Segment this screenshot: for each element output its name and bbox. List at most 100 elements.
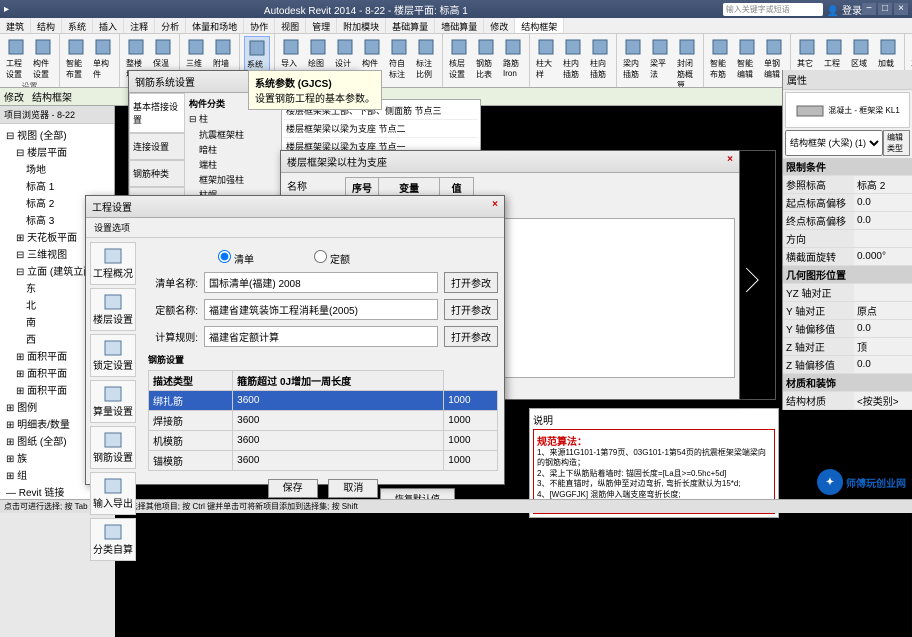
side-tab[interactable]: 锁定设置 xyxy=(90,334,136,377)
rule-header: 规范算法： xyxy=(537,433,771,448)
property-row[interactable]: YZ 轴对正 xyxy=(783,284,912,302)
ribbon-tab[interactable]: 基础算量 xyxy=(386,18,435,33)
ribbon-button[interactable]: 工程设置 xyxy=(4,36,28,81)
rule-line: 2、梁上下纵筋贴着墙时: 锚固长度=[La且>=0.5hc+5d] xyxy=(537,469,771,479)
user-label[interactable]: 👤 登录 xyxy=(827,2,862,17)
explain-title: 说明 xyxy=(533,412,775,427)
ribbon-button[interactable]: 智能布置 xyxy=(64,36,88,81)
rebar-section-header: 钢筋设置 xyxy=(148,353,498,366)
close-button[interactable]: × xyxy=(894,3,908,15)
property-row[interactable]: 起点标高偏移0.0 xyxy=(783,194,912,212)
ribbon-button[interactable]: 核层设置 xyxy=(447,36,471,81)
side-tab[interactable]: 算量设置 xyxy=(90,380,136,423)
ribbon-button[interactable]: 柱大样 xyxy=(534,36,558,81)
property-row[interactable]: 结构材质<按类别> xyxy=(783,392,912,410)
property-group[interactable]: 结构 xyxy=(783,410,912,411)
save-button[interactable]: 保存 xyxy=(268,479,318,498)
vertical-tab[interactable]: 连接设置 xyxy=(129,133,185,160)
tooltip-title: 系统参数 (GJCS) xyxy=(255,75,375,90)
ribbon-tab[interactable]: 注释 xyxy=(124,18,155,33)
radio-list[interactable]: 清单 xyxy=(204,250,254,266)
ribbon-button[interactable]: 符自标注 xyxy=(387,36,411,81)
ribbon-tab[interactable]: 分析 xyxy=(155,18,186,33)
properties-panel: 属性 混凝土 - 框架梁 KL1 结构框架 (大梁) (1) 编辑类型 限制条件… xyxy=(782,70,912,410)
side-tab[interactable]: 分类自算 xyxy=(90,518,136,561)
property-row[interactable]: 方向 xyxy=(783,230,912,248)
ribbon-tab[interactable]: 结构框架 xyxy=(515,18,564,33)
watermark: ✦ 师傅玩创业网 xyxy=(817,469,906,495)
field-value[interactable]: 福建省建筑装饰工程消耗量(2005) xyxy=(204,299,438,320)
tree-node[interactable]: ⊟ 楼层平面 xyxy=(2,143,112,160)
ribbon-button[interactable]: 封闭筋概算 xyxy=(675,36,699,88)
side-tab[interactable]: 钢筋设置 xyxy=(90,426,136,469)
type-selector[interactable]: 结构框架 (大梁) (1) xyxy=(785,130,883,156)
ribbon-tooltip: 系统参数 (GJCS) 设置钢筋工程的基本参数。 xyxy=(248,70,382,110)
search-box[interactable]: 输入关键字或短语 xyxy=(723,3,823,16)
radio-quota[interactable]: 定额 xyxy=(300,250,350,266)
ribbon-tab[interactable]: 插入 xyxy=(93,18,124,33)
minimize-button[interactable]: − xyxy=(862,3,876,15)
ribbon-button[interactable]: 路筋 Iron xyxy=(501,36,525,81)
property-row[interactable]: Z 轴对正顶 xyxy=(783,338,912,356)
property-group[interactable]: 几何图形位置 xyxy=(783,266,912,284)
ribbon-tab[interactable]: 建筑 xyxy=(0,18,31,33)
open-button[interactable]: 打开参改 xyxy=(444,326,498,347)
title-bar: ▸ Autodesk Revit 2014 - 8-22 - 楼层平面: 标高 … xyxy=(0,0,912,18)
ribbon-tab[interactable]: 视图 xyxy=(275,18,306,33)
field-value[interactable]: 国标清单(福建) 2008 xyxy=(204,272,438,293)
ribbon-button[interactable]: 钢筋比表 xyxy=(474,36,498,81)
property-row[interactable]: Y 轴偏移值0.0 xyxy=(783,320,912,338)
vertical-tab[interactable]: 基本搭接设置 xyxy=(129,93,185,133)
ribbon-button[interactable]: 智能编辑 xyxy=(735,36,759,81)
project-settings-dialog: 工程设置× 设置选项 工程概况楼层设置锁定设置算量设置钢筋设置输入导出分类自算 … xyxy=(85,195,505,485)
ribbon-tab[interactable]: 结构 xyxy=(31,18,62,33)
property-row[interactable]: 参照标高标高 2 xyxy=(783,176,912,194)
ribbon-button[interactable]: 柱向插筋 xyxy=(588,36,612,81)
type-selector[interactable]: 结构框架 xyxy=(32,89,72,104)
edit-type-button[interactable]: 编辑类型 xyxy=(883,130,910,156)
vertical-tab[interactable]: 钢筋种类 xyxy=(129,160,185,187)
ribbon-tab[interactable]: 墙础算量 xyxy=(435,18,484,33)
property-row[interactable]: Y 轴对正原点 xyxy=(783,302,912,320)
dialog-title: 钢筋系统设置 xyxy=(135,74,195,89)
side-tab[interactable]: 输入导出 xyxy=(90,472,136,515)
ribbon-button[interactable]: 构件设置 xyxy=(31,36,55,81)
property-row[interactable]: 横截面旋转0.000° xyxy=(783,248,912,266)
node-item[interactable]: 楼层框架梁以梁为支座 节点二 xyxy=(284,120,478,138)
type-preview[interactable]: 混凝土 - 框架梁 KL1 xyxy=(785,92,910,128)
maximize-button[interactable]: □ xyxy=(878,3,892,15)
ribbon-tab[interactable]: 修改 xyxy=(484,18,515,33)
app-title: Autodesk Revit 2014 - 8-22 - 楼层平面: 标高 1 xyxy=(9,2,723,17)
field-value[interactable]: 福建省定额计算 xyxy=(204,326,438,347)
ribbon-button[interactable]: 智能布筋 xyxy=(708,36,732,81)
tree-node[interactable]: ⊟ 视图 (全部) xyxy=(2,126,112,143)
ribbon-tab[interactable]: 体量和场地 xyxy=(186,18,244,33)
close-icon[interactable]: × xyxy=(727,154,733,169)
browser-header: 项目浏览器 - 8-22 xyxy=(0,106,114,124)
modify-label: 修改 xyxy=(4,89,24,104)
tree-node[interactable]: 场地 xyxy=(2,160,112,177)
rebar-table[interactable]: 描述类型箍筋超过 0J增加一周长度绑扎筋36001000焊接筋36001000机… xyxy=(148,370,498,471)
watermark-logo-icon: ✦ xyxy=(817,469,843,495)
ribbon-tab[interactable]: 管理 xyxy=(306,18,337,33)
open-button[interactable]: 打开参改 xyxy=(444,299,498,320)
property-group[interactable]: 限制条件 xyxy=(783,158,912,176)
side-tab[interactable]: 工程概况 xyxy=(90,242,136,285)
ribbon-tab[interactable]: 附加模块 xyxy=(337,18,386,33)
property-row[interactable]: 终点标高偏移0.0 xyxy=(783,212,912,230)
ribbon-button[interactable]: 梁内插筋 xyxy=(621,36,645,88)
side-tab[interactable]: 楼层设置 xyxy=(90,288,136,331)
ribbon-tab[interactable]: 协作 xyxy=(244,18,275,33)
ribbon-button[interactable]: 柱内插筋 xyxy=(561,36,585,81)
ribbon-button[interactable]: 梁平法 xyxy=(648,36,672,88)
ribbon-button[interactable]: 单构件 xyxy=(91,36,115,81)
ribbon-tab[interactable]: 系统 xyxy=(62,18,93,33)
cancel-button[interactable]: 取消 xyxy=(328,479,378,498)
property-group[interactable]: 材质和装饰 xyxy=(783,374,912,392)
ribbon-button[interactable]: 标注比例 xyxy=(414,36,438,81)
tooltip-desc: 设置钢筋工程的基本参数。 xyxy=(255,90,375,105)
tree-node[interactable]: 标高 1 xyxy=(2,177,112,194)
property-row[interactable]: Z 轴偏移值0.0 xyxy=(783,356,912,374)
open-button[interactable]: 打开参改 xyxy=(444,272,498,293)
close-icon[interactable]: × xyxy=(492,199,498,214)
